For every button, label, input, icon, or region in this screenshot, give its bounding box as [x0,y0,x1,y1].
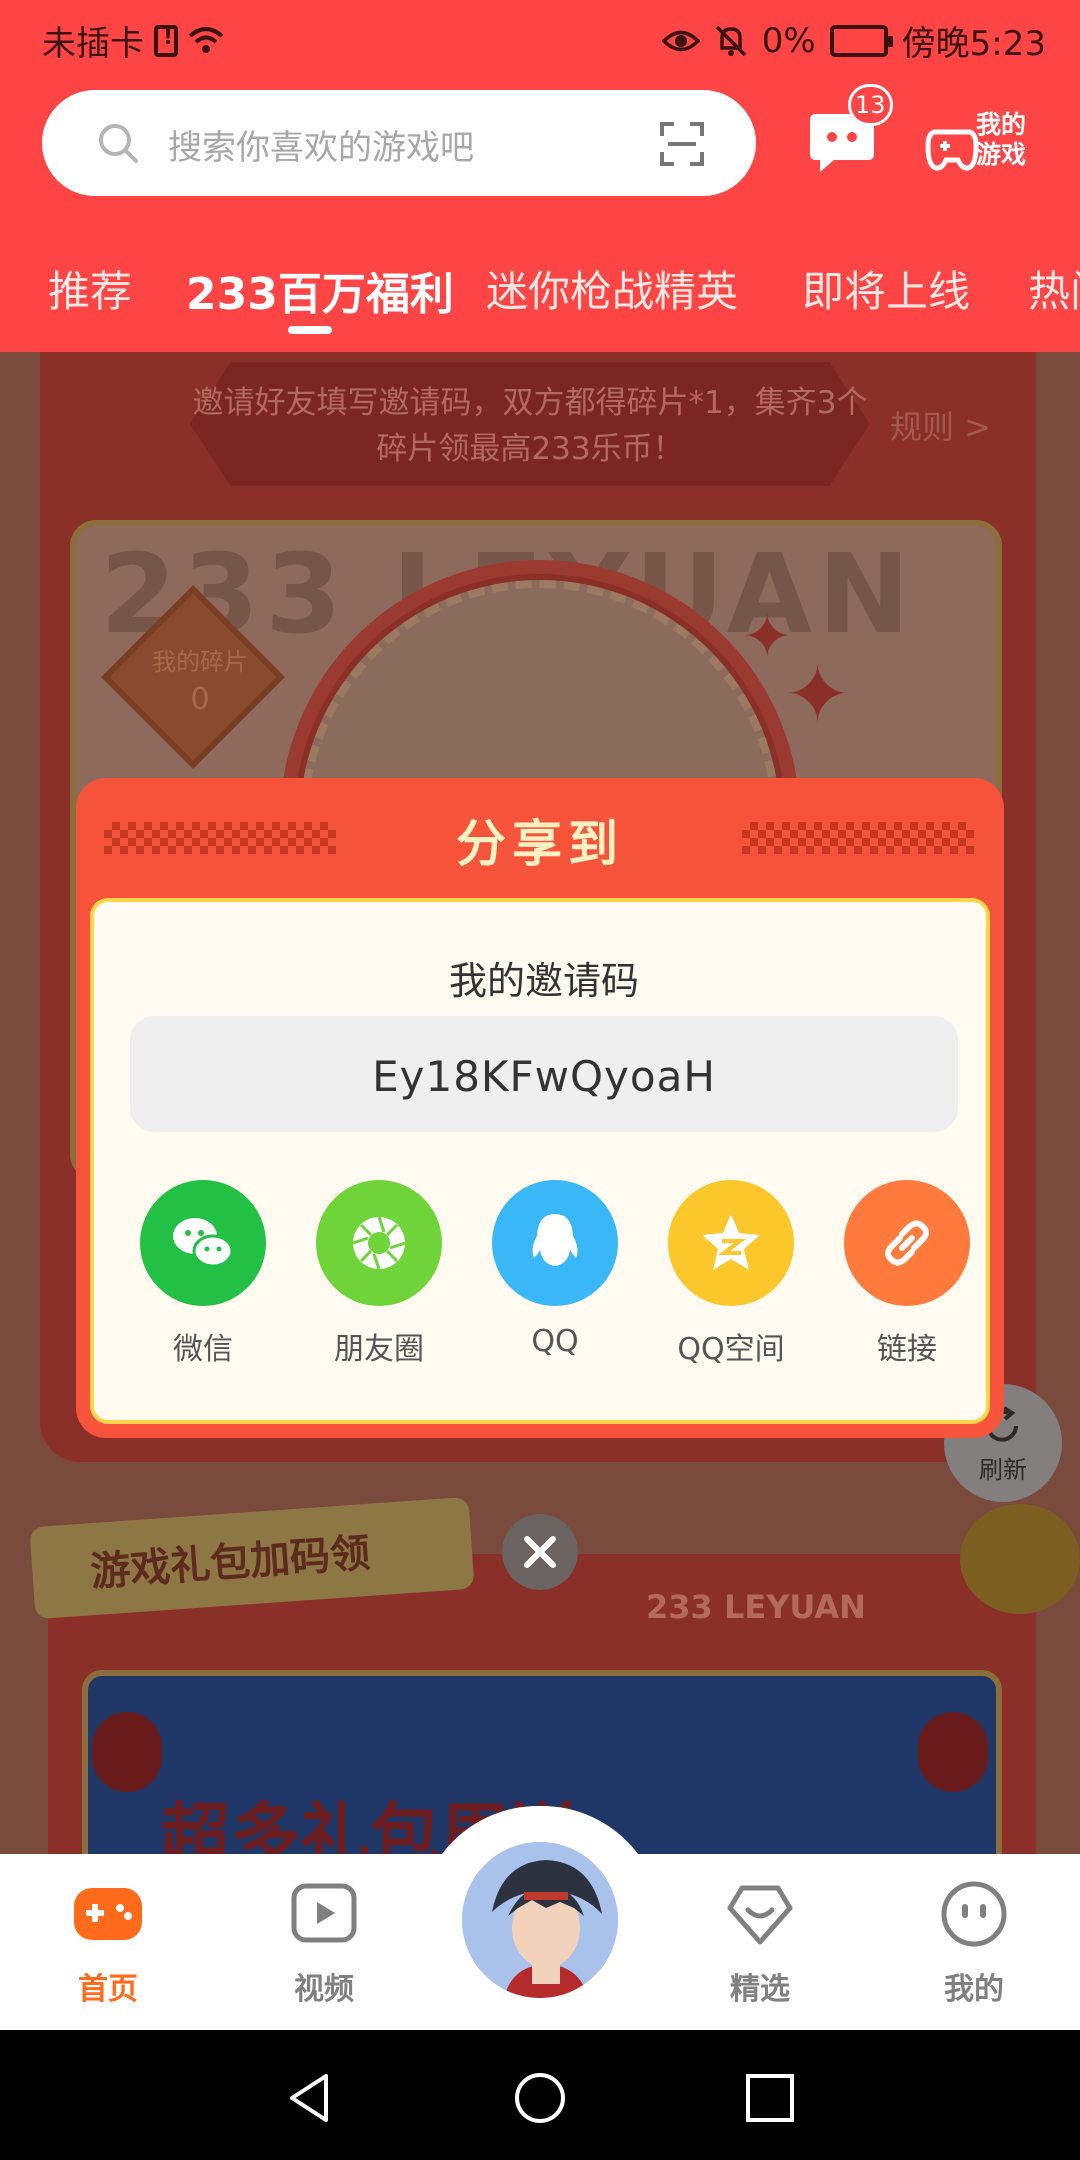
my-games-label: 我的游戏 [976,110,1027,169]
close-icon [524,1536,556,1568]
share-wechat-label: 微信 [173,1332,233,1367]
link-icon [885,1220,929,1266]
close-dialog-button[interactable] [502,1514,578,1590]
share-link-label: 链接 [877,1332,937,1367]
invite-code-value: Ey18KFwQyoaH [372,1052,716,1101]
tab-mini-gun[interactable]: 迷你枪战精英 [486,258,738,319]
share-qq-button[interactable]: QQ [480,1180,630,1380]
coin-float-icon[interactable] [960,1504,1080,1614]
qzone-icon [702,1214,760,1270]
tab-hot[interactable]: 热门 [1028,258,1080,319]
search-placeholder: 搜索你喜欢的游戏吧 [168,128,474,168]
invite-banner-text: 邀请好友填写邀请码，双方都得碎片*1，集齐3个碎片领最高233乐币！ [192,385,868,467]
leyuan-label: 233 LEYUAN [646,1588,866,1626]
share-link-button[interactable]: 链接 [832,1180,982,1380]
invite-code-label: 我的邀请码 [448,959,639,1003]
tab-recommend[interactable]: 推荐 [48,258,132,319]
eye-comfort-icon [661,30,700,51]
scan-icon[interactable] [658,120,706,168]
nav-featured-label: 精选 [730,1972,790,2007]
invite-code-box[interactable]: Ey18KFwQyoaH [130,1016,958,1132]
wifi-icon [188,26,224,53]
mute-bell-icon [715,25,746,56]
heart-diamond-icon [727,1885,793,1945]
back-icon[interactable] [282,2070,338,2126]
share-wechat-button[interactable]: 微信 [128,1180,278,1380]
share-dialog: 分享到 我的邀请码 Ey18KFwQyoaH 微信 朋友圈 QQ QQ空间 链接 [76,778,1004,1438]
moments-icon [352,1216,406,1270]
clock-text: 傍晚5:23 [901,24,1046,64]
home-gamepad-icon [74,1888,142,1940]
carrier-text: 未插卡 [42,24,144,64]
profile-face-icon [941,1881,1007,1947]
tab-welfare[interactable]: 233百万福利 [186,258,454,322]
nav-featured[interactable]: 精选 [680,1878,840,2008]
refresh-label: 刷新 [979,1456,1027,1484]
share-qq-label: QQ [531,1324,579,1359]
search-icon [99,124,138,163]
center-avatar-button[interactable] [456,1836,624,2004]
tab-upcoming[interactable]: 即将上线 [802,258,970,319]
home-icon[interactable] [512,2070,568,2126]
nav-video-label: 视频 [294,1972,354,2007]
search-bar[interactable]: 搜索你喜欢的游戏吧 [42,90,756,196]
nav-home[interactable]: 首页 [28,1878,188,2008]
nav-home-label: 首页 [78,1972,138,2007]
nav-me-label: 我的 [944,1972,1004,2007]
nav-me[interactable]: 我的 [894,1878,1054,2008]
active-tab-indicator [288,326,332,334]
share-moments-label: 朋友圈 [334,1332,424,1367]
nav-video[interactable]: 视频 [244,1878,404,2008]
battery-icon [829,24,893,57]
rules-link[interactable]: 规则 > [890,402,991,448]
my-fragments-label: 我的碎片 [152,648,248,676]
share-moments-button[interactable]: 朋友圈 [304,1180,454,1380]
status-bar: 未插卡 0% 傍晚5:23 [0,0,1080,76]
wechat-icon [173,1218,234,1268]
app-header: 未插卡 0% 傍晚5:23 [0,0,1080,352]
recents-icon[interactable] [742,2070,798,2126]
battery-percent: 0% [761,20,816,61]
lantern-icon [92,1712,162,1792]
system-nav-bar [0,2030,1080,2160]
lantern-icon [918,1712,988,1792]
my-fragments-value: 0 [190,682,210,717]
share-qzone-label: QQ空间 [677,1332,785,1367]
share-qzone-button[interactable]: QQ空间 [656,1180,806,1380]
sim-alert-icon [154,24,178,57]
gamepad-icon [925,129,979,171]
qq-icon [532,1214,578,1266]
share-dialog-title: 分享到 [456,815,624,873]
category-tabs: 推荐 233百万福利 迷你枪战精英 即将上线 热门 [0,246,1080,326]
video-icon [291,1883,357,1943]
sparkle-icon: ✦ [784,648,852,741]
share-dialog-body: 我的邀请码 Ey18KFwQyoaH 微信 朋友圈 QQ QQ空间 链接 [90,898,990,1424]
message-count-badge: 13 [848,84,893,126]
